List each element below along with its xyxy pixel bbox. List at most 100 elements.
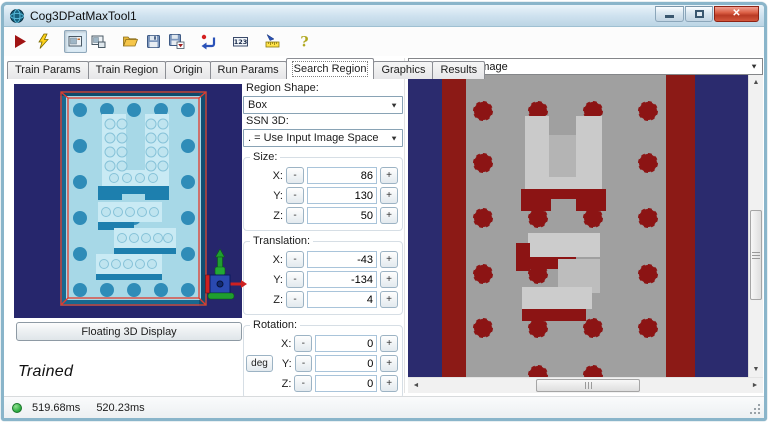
rotation-x-row: X: - +	[246, 335, 398, 352]
floating-3d-display-button[interactable]: Floating 3D Display	[16, 322, 242, 341]
tab-search-region[interactable]: Search Region	[285, 58, 375, 79]
rotation-group-label: Rotation:	[250, 319, 301, 331]
maximize-button[interactable]	[685, 5, 713, 22]
rotation-y-field[interactable]	[315, 355, 378, 372]
run-time-value: 519.68ms	[32, 401, 81, 414]
save-results-button[interactable]	[165, 30, 188, 53]
search-region-form: Region Shape: Box ▼ SSN 3D: . = Use Inpu…	[243, 81, 403, 399]
window-title: Cog3DPatMaxTool1	[30, 8, 137, 23]
scroll-right-button[interactable]: ►	[747, 378, 763, 393]
translation-x-increment-button[interactable]: +	[380, 251, 398, 268]
save-results-icon	[169, 34, 185, 49]
translation-y-field[interactable]	[307, 271, 377, 288]
z-axis-dot	[216, 280, 224, 288]
electric-run-button[interactable]	[32, 30, 55, 53]
rotation-y-label: Y:	[281, 357, 292, 370]
status-ok-icon	[12, 402, 22, 413]
results-123-label: 123	[234, 38, 248, 46]
size-x-row: X: - +	[246, 167, 398, 184]
size-group-label: Size:	[250, 151, 281, 163]
input-image-display[interactable]	[408, 75, 748, 377]
minimize-icon	[665, 15, 674, 18]
vertical-scrollbar[interactable]: ▲ ▼	[748, 75, 763, 377]
app-globe-icon	[10, 8, 24, 23]
results-123-icon: 123	[233, 37, 248, 47]
ssn3d-dropdown[interactable]: . = Use Input Image Space ▼	[243, 129, 403, 147]
translation-z-increment-button[interactable]: +	[380, 291, 398, 308]
translation-x-field[interactable]	[307, 251, 377, 268]
tab-origin[interactable]: Origin	[165, 61, 211, 79]
rotation-x-field[interactable]	[315, 335, 378, 352]
horizontal-scroll-track[interactable]	[424, 378, 747, 393]
tab-run-params[interactable]: Run Params	[209, 61, 287, 79]
run-button[interactable]	[9, 30, 32, 53]
translation-z-field[interactable]	[307, 291, 377, 308]
thumb-grip	[752, 254, 760, 256]
size-z-field[interactable]	[307, 207, 377, 224]
translation-y-increment-button[interactable]: +	[380, 271, 398, 288]
size-y-label: Y:	[273, 189, 283, 202]
toolbar: 123 ?	[4, 27, 764, 56]
save-button[interactable]	[142, 30, 165, 53]
tabstrip: Train Params Train Region Origin Run Par…	[7, 58, 486, 79]
scroll-up-button[interactable]: ▲	[749, 75, 763, 90]
region-shape-value: Box	[248, 99, 267, 111]
tab-train-region[interactable]: Train Region	[87, 61, 167, 79]
show-lastrun-record-toggle[interactable]	[87, 30, 110, 53]
size-y-decrement-button[interactable]: -	[286, 187, 304, 204]
deg-units-button[interactable]: deg	[245, 355, 273, 372]
size-y-field[interactable]	[307, 187, 377, 204]
size-z-decrement-button[interactable]: -	[286, 207, 304, 224]
size-z-row: Z: - +	[246, 207, 398, 224]
minimize-button[interactable]	[655, 5, 684, 22]
translation-y-decrement-button[interactable]: -	[286, 271, 304, 288]
size-x-label: X:	[272, 169, 283, 182]
resize-grip[interactable]	[750, 404, 761, 415]
vertical-scroll-thumb[interactable]	[750, 210, 762, 300]
tab-train-params[interactable]: Train Params	[7, 61, 89, 79]
rotation-y-decrement-button[interactable]: -	[294, 355, 313, 372]
size-z-increment-button[interactable]: +	[380, 207, 398, 224]
translation-z-decrement-button[interactable]: -	[286, 291, 304, 308]
translation-group: Translation: X: - + Y: - + Z: -	[243, 235, 403, 315]
show-current-record-toggle[interactable]	[64, 30, 87, 53]
region-shape-label: Region Shape:	[246, 82, 319, 94]
size-group: Size: X: - + Y: - + Z: - +	[243, 151, 403, 231]
tab-graphics[interactable]: Graphics	[373, 61, 434, 79]
chevron-down-icon: ▼	[750, 62, 758, 71]
tab-results[interactable]: Results	[432, 61, 486, 79]
open-folder-icon	[122, 36, 139, 47]
size-x-decrement-button[interactable]: -	[286, 167, 304, 184]
scroll-left-button[interactable]: ◄	[408, 378, 424, 393]
rotation-z-increment-button[interactable]: +	[380, 375, 398, 392]
ruler-pointer-icon	[265, 33, 280, 48]
statusbar: 519.68ms 520.23ms	[4, 396, 764, 418]
calibration-button[interactable]	[261, 30, 284, 53]
translation-x-label: X:	[272, 253, 283, 266]
reset-button[interactable]	[197, 30, 220, 53]
chevron-down-icon: ▼	[390, 101, 398, 109]
open-button[interactable]	[119, 30, 142, 53]
rotation-x-decrement-button[interactable]: -	[294, 335, 313, 352]
translation-y-label: Y:	[273, 273, 283, 286]
chevron-down-icon: ▼	[390, 134, 398, 142]
size-x-field[interactable]	[307, 167, 377, 184]
rotation-z-field[interactable]	[315, 375, 378, 392]
rotation-x-increment-button[interactable]: +	[380, 335, 398, 352]
help-button[interactable]: ?	[293, 30, 316, 53]
titlebar[interactable]: Cog3DPatMaxTool1 ✕	[4, 5, 764, 27]
horizontal-scrollbar[interactable]: ◄ ►	[408, 377, 763, 393]
translation-x-decrement-button[interactable]: -	[286, 251, 304, 268]
rotation-z-decrement-button[interactable]: -	[294, 375, 313, 392]
size-x-increment-button[interactable]: +	[380, 167, 398, 184]
region-shape-dropdown[interactable]: Box ▼	[243, 96, 403, 114]
y-axis-arrow	[214, 248, 226, 276]
lastrun-record-display-icon	[91, 35, 106, 48]
size-y-increment-button[interactable]: +	[380, 187, 398, 204]
rotation-y-increment-button[interactable]: +	[380, 355, 398, 372]
run-icon	[15, 35, 26, 48]
close-button[interactable]: ✕	[714, 5, 759, 22]
results-numeric-button[interactable]: 123	[229, 30, 252, 53]
scroll-down-button[interactable]: ▼	[749, 362, 763, 377]
horizontal-scroll-thumb[interactable]	[536, 379, 640, 392]
